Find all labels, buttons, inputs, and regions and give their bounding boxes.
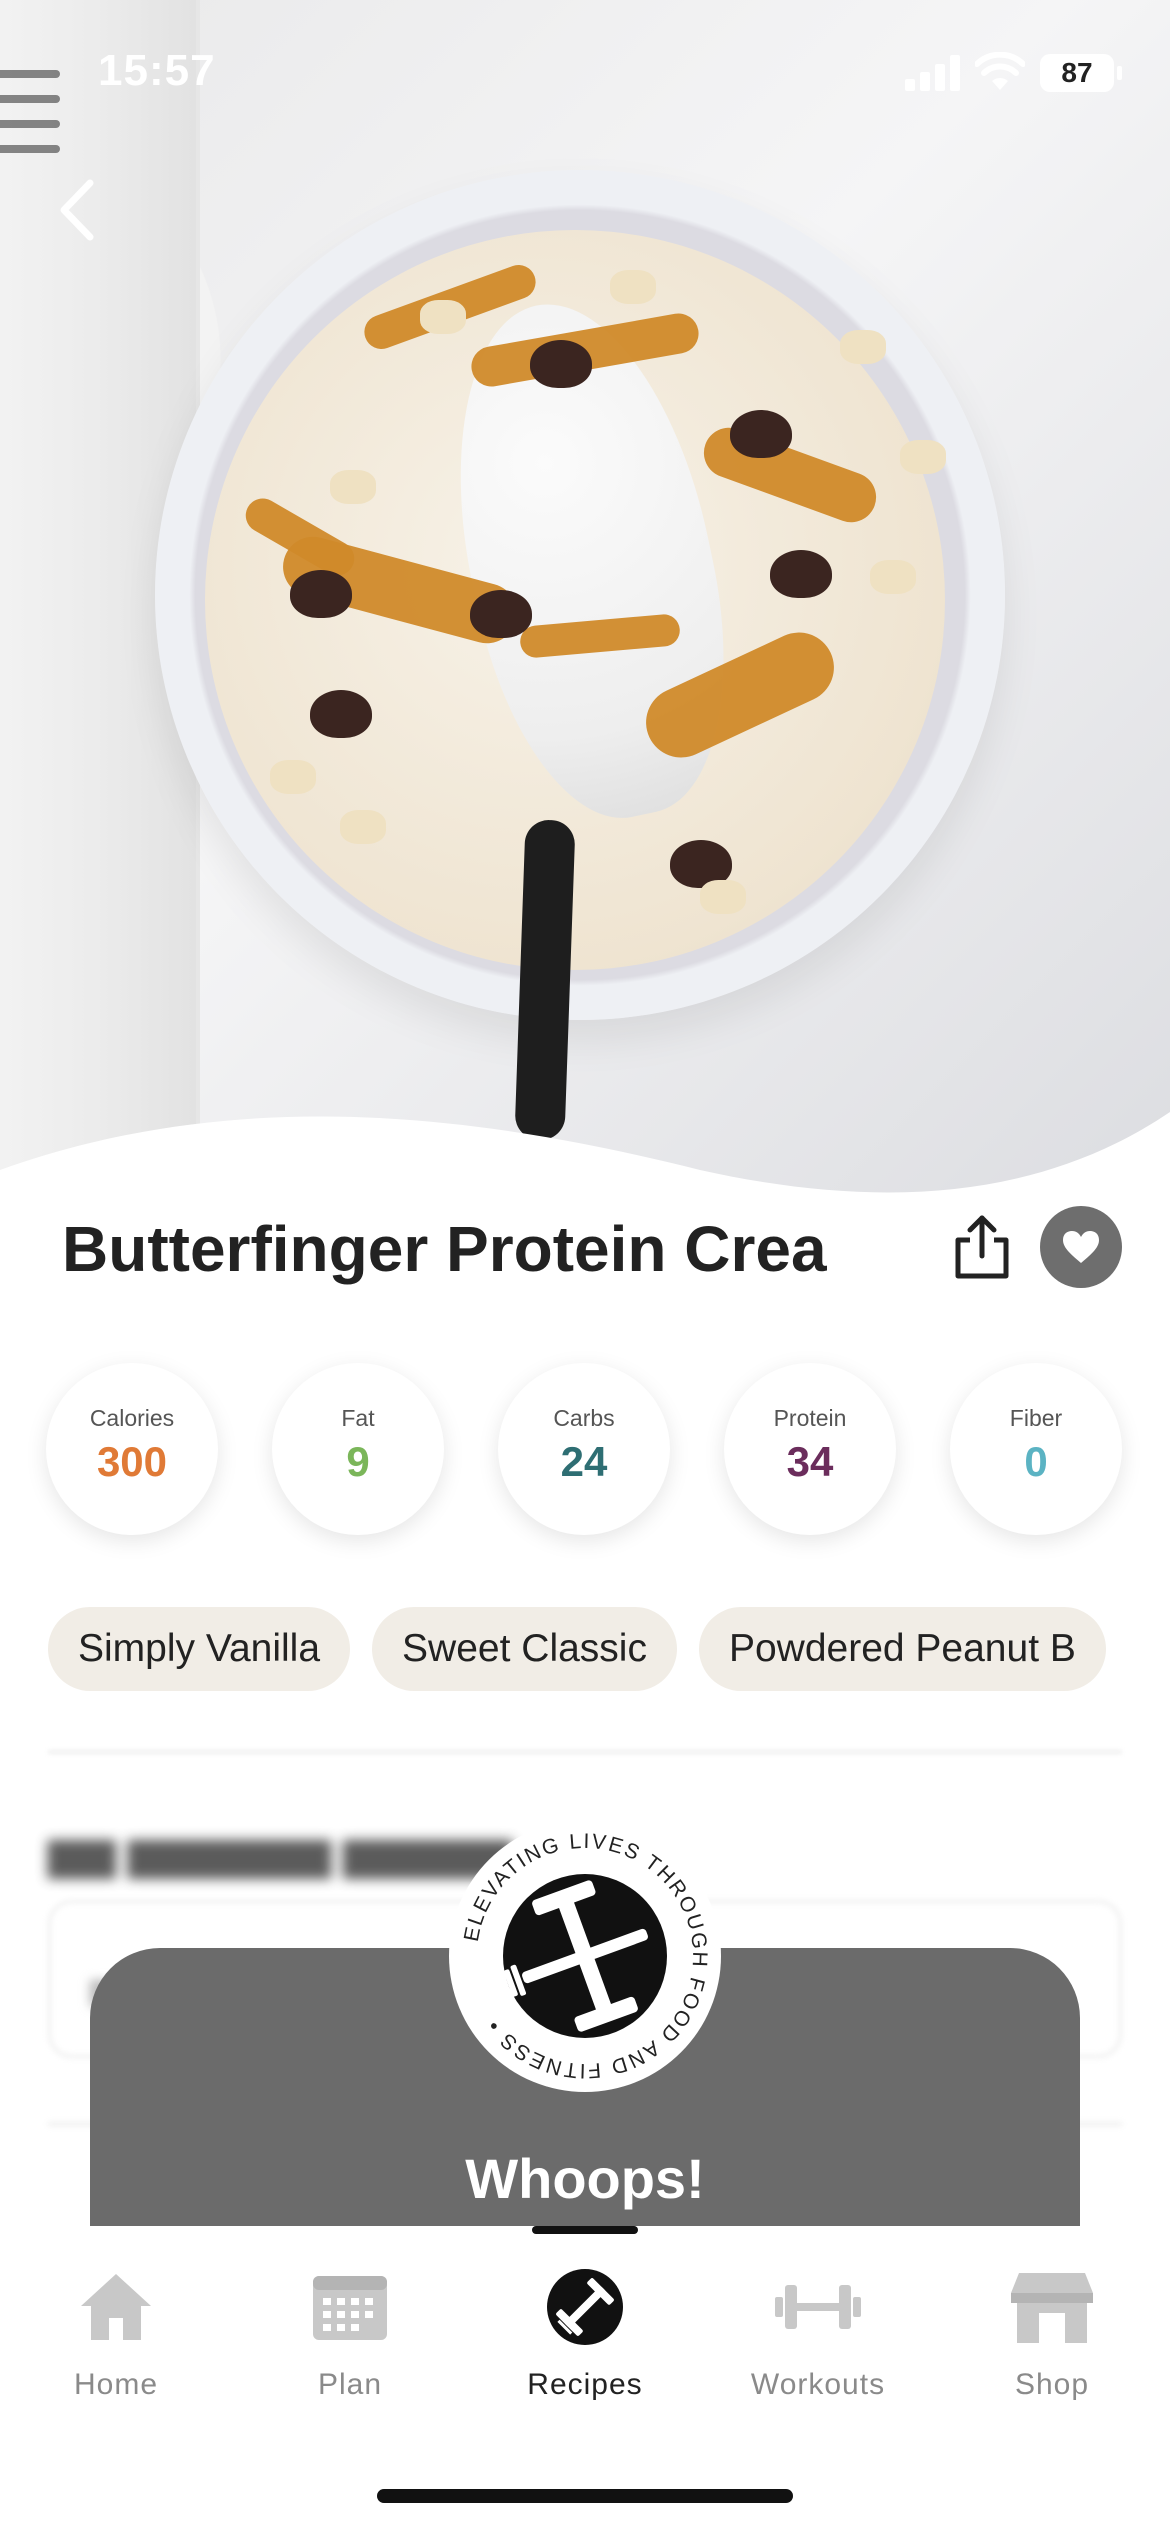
modal-title: Whoops! — [465, 2147, 705, 2210]
nutrition-value: 9 — [346, 1438, 370, 1485]
tag-chip[interactable]: Sweet Classic — [372, 1607, 677, 1691]
cellular-signal-icon — [905, 55, 960, 91]
wifi-icon — [975, 52, 1025, 90]
nutrition-summary: Calories 300 Fat 9 Carbs 24 Protein 34 F… — [46, 1363, 1126, 1535]
nutrition-value: 34 — [786, 1438, 834, 1485]
hero-wave-divider — [0, 1112, 1170, 1230]
status-time: 15:57 — [98, 46, 216, 95]
dumbbell-icon — [775, 2285, 861, 2329]
favorite-button[interactable] — [1040, 1206, 1122, 1288]
recipe-hero-image — [0, 0, 1170, 1200]
tab-label: Plan — [317, 2368, 383, 2401]
recipe-detail-screen: 15:57 87 Butterfinger Protein Crea Calor… — [0, 0, 1170, 2532]
nutrition-value: 0 — [1024, 1438, 1048, 1485]
fork-dumbbell-icon — [547, 2269, 623, 2345]
nutrition-label: Carbs — [553, 1405, 615, 1431]
tab-recipes[interactable]: Recipes — [485, 2262, 685, 2402]
battery-level: 87 — [1061, 57, 1093, 88]
nutrition-value: 300 — [96, 1438, 168, 1485]
active-tab-indicator — [532, 2226, 638, 2234]
recipe-title: Butterfinger Protein Crea — [62, 1213, 827, 1285]
heart-icon — [1063, 1231, 1099, 1263]
ingredient-tags: Simply Vanilla Sweet Classic Powdered Pean… — [48, 1607, 1122, 1691]
share-icon[interactable] — [950, 1212, 1014, 1282]
status-bar: 15:57 87 — [0, 0, 1170, 140]
tag-chip[interactable]: Simply Vanilla — [48, 1607, 351, 1691]
section-divider — [48, 1750, 1122, 1754]
nutrition-fat: Fat 9 — [272, 1363, 444, 1535]
tab-workouts[interactable]: Workouts — [718, 2262, 918, 2402]
nutrition-fiber: Fiber 0 — [950, 1363, 1122, 1535]
notes-heading-blurred: ▆▆ ▆▆▆▆▆▆ ▆▆▆▆▆ — [48, 1829, 513, 1878]
tab-label: Shop — [1014, 2368, 1090, 2401]
nutrition-label: Fat — [341, 1405, 375, 1431]
storefront-icon — [1011, 2273, 1093, 2343]
brand-logo: ELEVATING LIVES THROUGH FOOD AND FITNESS… — [449, 1820, 721, 2092]
tag-chip[interactable]: Powdered Peanut B — [698, 1607, 1106, 1691]
tab-label: Recipes — [527, 2368, 643, 2401]
bottom-tab-bar: Home Plan Recipes Workouts Shop — [0, 2226, 1170, 2532]
tab-label: Home — [73, 2368, 159, 2401]
nutrition-label: Calories — [89, 1405, 175, 1431]
nutrition-carbs: Carbs 24 — [498, 1363, 670, 1535]
nutrition-value: 24 — [560, 1438, 608, 1485]
battery-icon: 87 — [1040, 54, 1122, 92]
tab-plan[interactable]: Plan — [250, 2262, 450, 2402]
tab-label: Workouts — [750, 2368, 886, 2401]
nutrition-label: Fiber — [1009, 1405, 1063, 1431]
tab-shop[interactable]: Shop — [952, 2262, 1152, 2402]
home-icon — [81, 2274, 151, 2340]
back-chevron-icon[interactable] — [48, 175, 108, 245]
nutrition-protein: Protein 34 — [724, 1363, 896, 1535]
tab-home[interactable]: Home — [16, 2262, 216, 2402]
nutrition-label: Protein — [773, 1405, 847, 1431]
nutrition-calories: Calories 300 — [46, 1363, 218, 1535]
home-indicator[interactable] — [377, 2489, 793, 2503]
calendar-icon — [313, 2276, 387, 2340]
